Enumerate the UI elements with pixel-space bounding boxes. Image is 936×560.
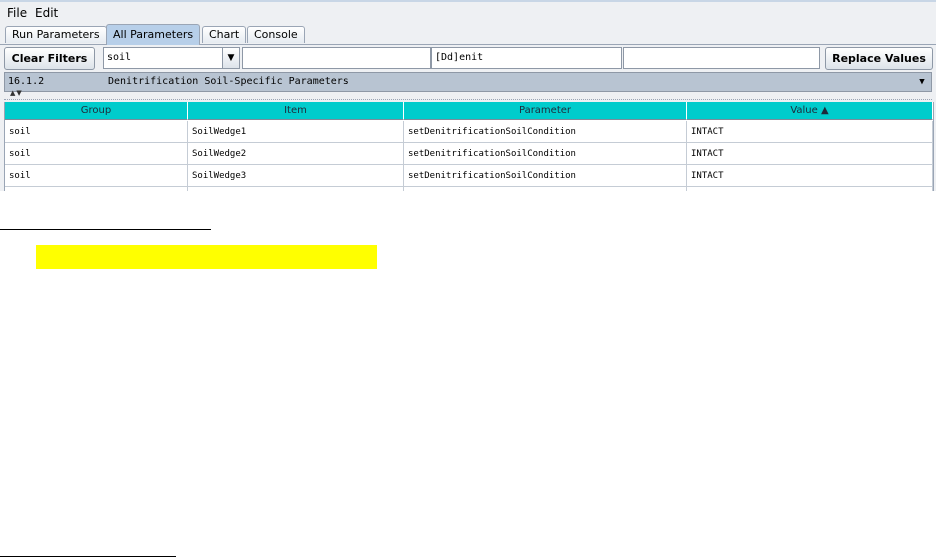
cell-parameter[interactable]: setDenitrificationSoilCondition (404, 143, 687, 165)
table-row-partial[interactable] (5, 187, 933, 191)
app-window: File Edit Run Parameters All Parameters … (0, 0, 936, 191)
replace-values-button[interactable]: Replace Values (825, 47, 933, 70)
cell-value[interactable]: INTACT (687, 165, 933, 187)
menu-file[interactable]: File (7, 6, 27, 20)
collapse-arrows-icon[interactable]: ▲▼ (10, 89, 23, 97)
cell-group[interactable] (5, 187, 188, 191)
cell-item[interactable]: SoilWedge3 (188, 165, 404, 187)
cell-item[interactable]: SoilWedge2 (188, 143, 404, 165)
document-rule (0, 556, 176, 557)
filter-row: Clear Filters soil ▼ [Dd]enit Replace Va… (0, 46, 936, 72)
parameter-filter-field[interactable]: [Dd]enit (431, 47, 622, 69)
tab-console[interactable]: Console (247, 26, 305, 43)
parameters-table: Group Item Parameter Value ▲ soil SoilWe… (4, 102, 934, 191)
clear-filters-button[interactable]: Clear Filters (4, 47, 95, 70)
menu-edit[interactable]: Edit (35, 6, 58, 20)
cell-parameter[interactable]: setDenitrificationSoilCondition (404, 165, 687, 187)
cell-parameter[interactable]: setDenitrificationSoilCondition (404, 121, 687, 143)
column-header-item[interactable]: Item (188, 102, 404, 120)
cell-group[interactable]: soil (5, 165, 188, 187)
column-header-parameter[interactable]: Parameter (404, 102, 687, 120)
cell-item[interactable] (188, 187, 404, 191)
cell-value[interactable] (687, 187, 933, 191)
cell-value[interactable]: INTACT (687, 143, 933, 165)
group-filter-combo[interactable]: soil (103, 47, 223, 69)
table-header: Group Item Parameter Value ▲ (5, 102, 933, 120)
cell-value[interactable]: INTACT (687, 121, 933, 143)
chevron-down-icon[interactable]: ▼ (915, 74, 929, 90)
section-selector[interactable]: 16.1.2 Denitrification Soil-Specific Par… (4, 72, 932, 92)
menu-bar: File Edit (0, 0, 936, 22)
chevron-down-icon[interactable]: ▼ (222, 47, 240, 69)
table-row[interactable]: soil SoilWedge2 setDenitrificationSoilCo… (5, 143, 933, 165)
cell-group[interactable]: soil (5, 121, 188, 143)
tab-run-parameters[interactable]: Run Parameters (5, 26, 107, 43)
split-pane-divider[interactable]: ▲▼ (4, 89, 932, 100)
cell-item[interactable]: SoilWedge1 (188, 121, 404, 143)
column-header-group[interactable]: Group (5, 102, 188, 120)
highlight-box (36, 245, 377, 269)
tab-chart[interactable]: Chart (202, 26, 247, 43)
column-header-value[interactable]: Value ▲ (687, 102, 933, 120)
cell-group[interactable]: soil (5, 143, 188, 165)
tab-bar: Run Parameters All Parameters Chart Cons… (0, 24, 936, 45)
table-row[interactable]: soil SoilWedge1 setDenitrificationSoilCo… (5, 121, 933, 143)
section-title: Denitrification Soil-Specific Parameters (108, 76, 349, 87)
item-filter-field[interactable] (242, 47, 431, 69)
tab-all-parameters[interactable]: All Parameters (106, 24, 201, 45)
cell-parameter[interactable] (404, 187, 687, 191)
value-filter-field[interactable] (623, 47, 820, 69)
document-rule (0, 229, 211, 230)
table-row[interactable]: soil SoilWedge3 setDenitrificationSoilCo… (5, 165, 933, 187)
